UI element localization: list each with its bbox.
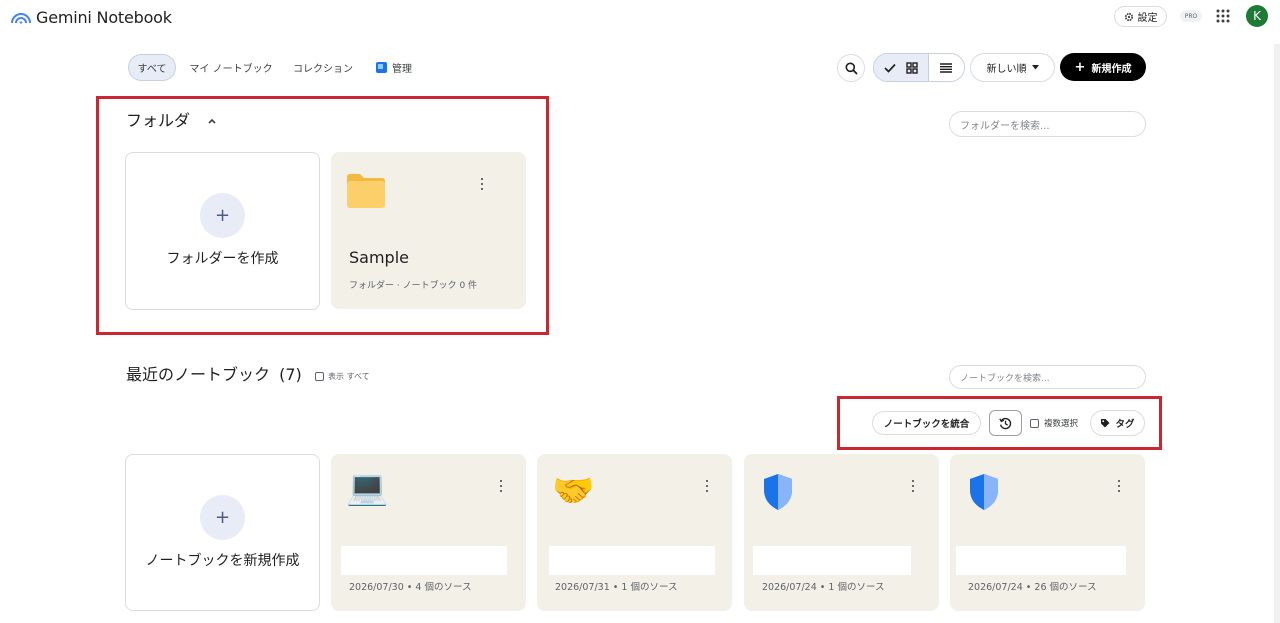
scrollbar[interactable] bbox=[1274, 44, 1280, 623]
search-icon bbox=[845, 62, 858, 75]
shield-icon bbox=[970, 474, 998, 510]
tag-label: タグ bbox=[1115, 419, 1135, 430]
create-notebook-card[interactable]: + ノートブックを新規作成 bbox=[125, 454, 320, 611]
notebook-title-placeholder bbox=[956, 546, 1126, 575]
folders-title: フォルダ bbox=[126, 111, 191, 130]
tab-collections[interactable]: コレクション bbox=[286, 54, 360, 81]
new-label: 新規作成 bbox=[1091, 63, 1132, 75]
plus-icon: + bbox=[200, 495, 245, 540]
shield-icon bbox=[764, 474, 792, 510]
gemini-logo-icon bbox=[11, 13, 31, 24]
chevron-up-icon[interactable] bbox=[207, 116, 217, 126]
list-icon bbox=[940, 62, 953, 73]
create-folder-label: フォルダーを作成 bbox=[166, 251, 279, 267]
notebook-meta: 2026/07/24 • 1 個のソース bbox=[762, 582, 885, 593]
notebooks-count: (7) bbox=[279, 365, 302, 384]
folder-meta: フォルダー · ノートブック 0 件 bbox=[349, 281, 478, 291]
view-toggle[interactable] bbox=[873, 53, 965, 82]
tab-admin[interactable]: 管理 bbox=[369, 54, 419, 81]
plus-icon: + bbox=[200, 193, 245, 238]
avatar[interactable]: K bbox=[1246, 5, 1268, 27]
gear-icon bbox=[1124, 12, 1133, 21]
notebook-more-icon[interactable] bbox=[1117, 480, 1121, 492]
caret-down-icon bbox=[1031, 65, 1039, 70]
notebook-search-input[interactable]: ノートブックを検索... bbox=[949, 365, 1146, 389]
history-icon bbox=[999, 417, 1012, 429]
tab-my-notebooks[interactable]: マイ ノートブック bbox=[185, 54, 277, 81]
admin-icon bbox=[376, 62, 387, 73]
grid-icon bbox=[906, 61, 918, 74]
app-name: Gemini Notebook bbox=[36, 7, 172, 27]
tag-button[interactable]: タグ bbox=[1090, 410, 1145, 436]
notebook-more-icon[interactable] bbox=[499, 480, 503, 492]
create-notebook-label: ノートブックを新規作成 bbox=[145, 553, 300, 569]
plus-icon: + bbox=[1074, 59, 1086, 75]
notebook-meta: 2026/07/24 • 26 個のソース bbox=[968, 582, 1097, 593]
app-logo[interactable]: Gemini Notebook bbox=[10, 6, 172, 28]
folder-more-icon[interactable] bbox=[480, 178, 484, 190]
folder-search-placeholder: フォルダーを検索... bbox=[960, 120, 1050, 132]
list-view-button[interactable] bbox=[928, 54, 964, 81]
notebook-search-placeholder: ノートブックを検索... bbox=[960, 373, 1050, 384]
pro-badge: PRO bbox=[1180, 10, 1202, 22]
apps-grid-icon[interactable] bbox=[1216, 9, 1230, 23]
notebook-more-icon[interactable] bbox=[911, 480, 915, 492]
tab-label: コレクション bbox=[293, 64, 353, 75]
handshake-icon: 🤝 bbox=[552, 471, 595, 511]
notebook-title-placeholder bbox=[549, 546, 715, 575]
notebooks-title-text: 最近のノートブック bbox=[126, 365, 271, 384]
tab-label: すべて bbox=[137, 64, 167, 75]
search-button[interactable] bbox=[837, 54, 865, 82]
multi-select-toggle[interactable]: 複数選択 bbox=[1030, 417, 1078, 429]
notebook-meta: 2026/07/30 • 4 個のソース bbox=[349, 582, 472, 593]
tag-icon bbox=[1101, 419, 1110, 428]
notebooks-title: 最近のノートブック (7) bbox=[126, 361, 302, 385]
notebook-title-placeholder bbox=[341, 546, 507, 575]
notebook-meta: 2026/07/31 • 1 個のソース bbox=[555, 582, 678, 593]
show-all-label: 表示 すべて bbox=[328, 372, 370, 381]
sort-dropdown[interactable]: 新しい順 bbox=[970, 53, 1055, 82]
merge-label: ノートブックを統合 bbox=[883, 419, 970, 430]
sort-label: 新しい順 bbox=[986, 64, 1027, 75]
create-folder-card[interactable]: + フォルダーを作成 bbox=[125, 152, 320, 310]
merge-notebooks-button[interactable]: ノートブックを統合 bbox=[872, 411, 981, 435]
folder-search-input[interactable]: フォルダーを検索... bbox=[949, 111, 1146, 137]
tab-label: 管理 bbox=[392, 64, 412, 75]
show-all-toggle[interactable]: 表示 すべて bbox=[315, 371, 370, 382]
notebook-title-placeholder bbox=[753, 546, 911, 575]
notebook-more-icon[interactable] bbox=[705, 480, 709, 492]
show-all-checkbox[interactable] bbox=[315, 372, 324, 381]
settings-button[interactable]: 設定 bbox=[1114, 6, 1167, 27]
new-button[interactable]: + 新規作成 bbox=[1060, 53, 1146, 81]
history-button[interactable] bbox=[989, 410, 1022, 436]
grid-view-button[interactable] bbox=[874, 54, 929, 81]
tab-all[interactable]: すべて bbox=[128, 54, 176, 81]
multi-select-checkbox[interactable] bbox=[1030, 418, 1039, 428]
multi-select-label: 複数選択 bbox=[1044, 419, 1079, 429]
settings-label: 設定 bbox=[1137, 13, 1158, 24]
laptop-icon: 💻 bbox=[346, 468, 389, 508]
folder-icon bbox=[347, 174, 385, 208]
folder-name: Sample bbox=[349, 248, 409, 267]
check-icon bbox=[884, 63, 896, 73]
tab-label: マイ ノートブック bbox=[189, 64, 273, 75]
